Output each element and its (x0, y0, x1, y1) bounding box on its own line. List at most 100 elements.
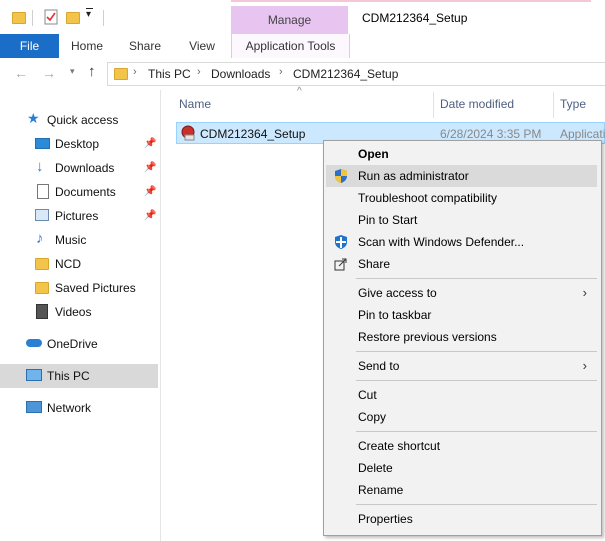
menu-item-label: Share (358, 257, 391, 271)
menu-item-label: Cut (358, 388, 377, 402)
tab-application-tools[interactable]: Application Tools (231, 34, 350, 58)
folder-icon[interactable] (12, 12, 26, 24)
nav-label: This PC (47, 369, 90, 383)
file-name[interactable]: CDM212364_Setup (200, 127, 305, 141)
menu-item-run-as-administrator[interactable]: Run as administrator (326, 165, 597, 187)
nav-label: Downloads (55, 161, 115, 175)
computer-icon (26, 369, 42, 381)
tab-share[interactable]: Share (121, 34, 169, 58)
download-arrow-icon: ↓ (36, 158, 44, 175)
menu-item-label: Properties (358, 512, 413, 526)
star-icon: ★ (27, 110, 40, 126)
nav-this-pc[interactable]: This PC (0, 364, 158, 388)
menu-item-open[interactable]: Open (326, 143, 597, 165)
nav-item-desktop[interactable]: Desktop 📌 (0, 132, 158, 156)
nav-item-saved-pictures[interactable]: Saved Pictures (0, 276, 158, 300)
breadcrumb-separator-icon[interactable]: › (197, 66, 201, 78)
manage-tab-group[interactable]: Manage (231, 6, 348, 34)
menu-separator (356, 380, 597, 381)
menu-item-troubleshoot-compatibility[interactable]: Troubleshoot compatibility (326, 187, 597, 209)
customize-toolbar-icon[interactable]: ▾ (86, 9, 91, 20)
menu-item-give-access-to[interactable]: Give access to › (326, 282, 597, 304)
tab-file[interactable]: File (0, 34, 59, 58)
nav-label: Desktop (55, 137, 100, 151)
nav-quick-access[interactable]: ★ Quick access (0, 108, 158, 132)
menu-item-label: Restore previous versions (358, 330, 497, 344)
address-bar[interactable]: › This PC › Downloads › CDM212364_Setup (107, 62, 605, 86)
menu-item-delete[interactable]: Delete (326, 457, 597, 479)
breadcrumb-current-folder[interactable]: CDM212364_Setup (293, 67, 398, 81)
folder-icon (35, 282, 49, 294)
submenu-chevron-icon: › (582, 285, 587, 300)
breadcrumb-downloads[interactable]: Downloads (211, 67, 270, 81)
menu-item-rename[interactable]: Rename (326, 479, 597, 501)
pin-icon[interactable]: 📌 (144, 210, 156, 221)
nav-onedrive[interactable]: OneDrive (0, 332, 158, 356)
share-icon (334, 258, 347, 271)
navigation-pane: ★ Quick access Desktop 📌 ↓ Downloads 📌 D… (0, 90, 161, 541)
menu-item-label: Give access to (358, 286, 437, 300)
title-accent-line (231, 0, 591, 2)
column-header-date-modified[interactable]: Date modified (440, 97, 514, 111)
menu-item-label: Create shortcut (358, 439, 441, 453)
toolbar-divider (103, 10, 104, 26)
back-arrow-icon[interactable]: ← (14, 65, 28, 81)
window-title: CDM212364_Setup (362, 11, 468, 25)
menu-item-create-shortcut[interactable]: Create shortcut (326, 435, 597, 457)
menu-separator (356, 504, 597, 505)
menu-item-properties[interactable]: Properties (326, 508, 597, 530)
properties-icon[interactable] (44, 9, 58, 25)
uac-shield-icon (335, 169, 347, 183)
documents-icon (37, 184, 49, 199)
customize-toolbar-bar (86, 8, 93, 9)
column-divider[interactable] (553, 92, 554, 118)
nav-label: Videos (55, 305, 92, 319)
nav-item-pictures[interactable]: Pictures 📌 (0, 204, 158, 228)
nav-network[interactable]: Network (0, 396, 158, 420)
pin-icon[interactable]: 📌 (144, 186, 156, 197)
menu-item-scan-with-defender[interactable]: Scan with Windows Defender... (326, 231, 597, 253)
menu-item-pin-to-taskbar[interactable]: Pin to taskbar (326, 304, 597, 326)
music-note-icon: ♪ (36, 230, 44, 247)
nav-label: OneDrive (47, 337, 98, 351)
nav-label: Saved Pictures (55, 281, 136, 295)
windows-defender-icon (335, 235, 347, 249)
menu-item-pin-to-start[interactable]: Pin to Start (326, 209, 597, 231)
breadcrumb-this-pc[interactable]: This PC (148, 67, 191, 81)
column-divider[interactable] (433, 92, 434, 118)
menu-item-copy[interactable]: Copy (326, 406, 597, 428)
menu-item-label: Copy (358, 410, 387, 424)
network-icon (26, 401, 42, 413)
new-folder-icon[interactable] (66, 12, 80, 24)
breadcrumb-separator-icon[interactable]: › (279, 66, 283, 78)
forward-arrow-icon[interactable]: → (42, 65, 56, 81)
menu-item-send-to[interactable]: Send to › (326, 355, 597, 377)
file-type: Applicati (560, 127, 605, 141)
tab-home[interactable]: Home (63, 34, 111, 58)
file-date-modified: 6/28/2024 3:35 PM (440, 127, 542, 141)
menu-item-label: Pin to taskbar (358, 308, 432, 322)
nav-item-ncd[interactable]: NCD (0, 252, 158, 276)
menu-item-cut[interactable]: Cut (326, 384, 597, 406)
menu-item-restore-previous-versions[interactable]: Restore previous versions (326, 326, 597, 348)
menu-item-label: Troubleshoot compatibility (358, 191, 497, 205)
nav-item-downloads[interactable]: ↓ Downloads 📌 (0, 156, 158, 180)
column-header-name[interactable]: Name (179, 97, 211, 111)
breadcrumb-separator-icon[interactable]: › (133, 66, 137, 78)
pin-icon[interactable]: 📌 (144, 138, 156, 149)
nav-item-music[interactable]: ♪ Music (0, 228, 158, 252)
folder-icon (35, 258, 49, 270)
pin-icon[interactable]: 📌 (144, 162, 156, 173)
nav-label: Network (47, 401, 92, 415)
nav-item-videos[interactable]: Videos (0, 300, 158, 324)
menu-item-label: Send to (358, 359, 400, 373)
tab-view[interactable]: View (178, 34, 226, 58)
nav-label: Music (55, 233, 87, 247)
up-arrow-icon[interactable]: ↑ (88, 63, 96, 80)
recent-locations-icon[interactable]: ▾ (70, 66, 75, 77)
desktop-icon (35, 138, 50, 149)
menu-item-share[interactable]: Share (326, 253, 597, 275)
nav-item-documents[interactable]: Documents 📌 (0, 180, 158, 204)
column-header-type[interactable]: Type (560, 97, 586, 111)
menu-separator (356, 278, 597, 279)
